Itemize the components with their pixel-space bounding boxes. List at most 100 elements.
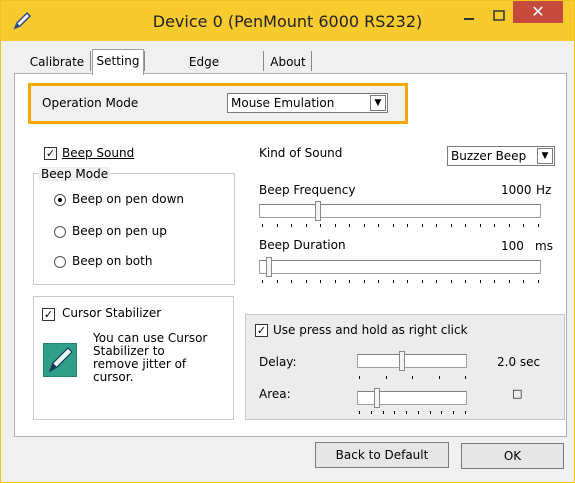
beep-pen-up-label[interactable]: Beep on pen up [72, 224, 167, 238]
delay-thumb[interactable] [399, 351, 405, 371]
stabilizer-pen-icon [43, 343, 77, 377]
tick-mark [407, 280, 409, 283]
tick-mark [421, 224, 423, 227]
minimize-icon[interactable] [457, 7, 481, 27]
operation-mode-value: Mouse Emulation [231, 96, 335, 110]
tick-mark [450, 280, 452, 283]
right-click-label[interactable]: Use press and hold as right click [273, 323, 468, 337]
beep-frequency-slider[interactable] [259, 204, 541, 218]
close-button[interactable]: ✕ [513, 1, 563, 23]
cursor-stabilizer-description: You can use Cursor Stabilizer to remove … [93, 331, 208, 384]
title-bar[interactable]: Device 0 (PenMount 6000 RS232) ✕ [1, 1, 574, 41]
tick-mark [436, 224, 438, 227]
tick-mark [494, 224, 496, 227]
tick-mark [508, 280, 510, 283]
tick-mark [479, 280, 481, 283]
tick-mark [436, 280, 438, 283]
beep-duration-thumb[interactable] [266, 257, 273, 277]
beep-frequency-thumb[interactable] [315, 201, 322, 221]
operation-mode-label: Operation Mode [42, 96, 139, 110]
tick-mark [407, 224, 409, 227]
tab-separator [263, 51, 264, 71]
beep-frequency-unit: Hz [536, 183, 552, 197]
tick-mark [453, 411, 455, 414]
area-preview-icon: □ [512, 387, 523, 400]
tick-mark [523, 224, 525, 227]
tick-mark [382, 411, 384, 414]
maximize-icon[interactable] [487, 7, 511, 27]
kind-of-sound-select[interactable]: Buzzer Beep ▼ [447, 146, 555, 166]
beep-frequency-ticks [262, 224, 539, 228]
beep-frequency-label: Beep Frequency [259, 183, 356, 197]
beep-pen-down-label[interactable]: Beep on pen down [72, 192, 184, 206]
tick-mark [406, 411, 408, 414]
beep-duration-unit: ms [535, 239, 553, 253]
radio-beep-pen-down[interactable] [54, 194, 66, 206]
tick-mark [262, 280, 263, 283]
tick-mark [429, 411, 431, 414]
tab-separator [144, 51, 145, 71]
ok-button[interactable]: OK [461, 443, 564, 469]
radio-dot [58, 198, 62, 202]
tick-mark [378, 224, 380, 227]
beep-mode-title: Beep Mode [39, 167, 111, 181]
tick-mark [370, 411, 372, 414]
tick-mark [438, 376, 440, 379]
tick-mark [412, 376, 413, 379]
tab-edge-compensation[interactable]: Edge Compensation [147, 51, 261, 91]
tab-calibrate[interactable]: Calibrate [26, 51, 88, 73]
tick-mark [320, 224, 322, 227]
beep-sound-checkbox[interactable]: ✓ [44, 147, 57, 160]
delay-value: 2.0 sec [497, 355, 541, 369]
beep-duration-value: 100 [501, 239, 524, 253]
tick-mark [465, 280, 467, 283]
tick-mark [392, 224, 394, 227]
tick-mark [421, 280, 423, 283]
kind-of-sound-label: Kind of Sound [259, 146, 343, 160]
operation-mode-row: Operation Mode Mouse Emulation ▼ [28, 83, 408, 124]
tick-mark [359, 376, 360, 379]
radio-beep-pen-up[interactable] [54, 226, 66, 238]
tick-mark [417, 411, 419, 414]
delay-slider[interactable] [357, 354, 467, 368]
tick-mark [349, 280, 351, 283]
tab-about[interactable]: About [266, 51, 310, 73]
beep-sound-label[interactable]: Beep Sound [62, 146, 134, 160]
tick-mark [538, 224, 539, 227]
area-thumb[interactable] [374, 388, 380, 408]
tick-mark [465, 224, 467, 227]
kind-of-sound-value: Buzzer Beep [451, 149, 527, 163]
chevron-down-icon[interactable]: ▼ [370, 95, 386, 111]
cursor-stabilizer-checkbox[interactable]: ✓ [42, 308, 55, 321]
tick-mark [276, 280, 278, 283]
tick-mark [465, 411, 466, 414]
radio-beep-both[interactable] [54, 256, 66, 268]
tick-mark [349, 224, 351, 227]
tick-mark [276, 224, 278, 227]
tick-mark [479, 224, 481, 227]
tick-mark [363, 224, 365, 227]
beep-duration-ticks [262, 280, 539, 284]
tick-mark [465, 376, 466, 379]
back-to-default-button[interactable]: Back to Default [315, 442, 449, 468]
beep-duration-slider[interactable] [259, 260, 541, 274]
app-window: Device 0 (PenMount 6000 RS232) ✕ Calibra… [0, 0, 575, 483]
tick-mark [394, 411, 396, 414]
beep-duration-label: Beep Duration [259, 238, 346, 252]
tick-mark [450, 224, 452, 227]
delay-ticks [359, 376, 466, 380]
tick-mark [291, 224, 293, 227]
beep-frequency-value: 1000 [501, 183, 532, 197]
tick-mark [320, 280, 322, 283]
beep-both-label[interactable]: Beep on both [72, 254, 152, 268]
chevron-down-icon[interactable]: ▼ [537, 148, 553, 164]
tab-separator [311, 51, 312, 71]
right-click-checkbox[interactable]: ✓ [255, 324, 268, 337]
tick-mark [508, 224, 510, 227]
cursor-stabilizer-label[interactable]: Cursor Stabilizer [62, 306, 161, 320]
tab-separator [90, 51, 91, 71]
tick-mark [441, 411, 443, 414]
operation-mode-select[interactable]: Mouse Emulation ▼ [227, 93, 388, 113]
tab-setting[interactable]: Setting [92, 49, 144, 75]
tick-mark [334, 280, 336, 283]
